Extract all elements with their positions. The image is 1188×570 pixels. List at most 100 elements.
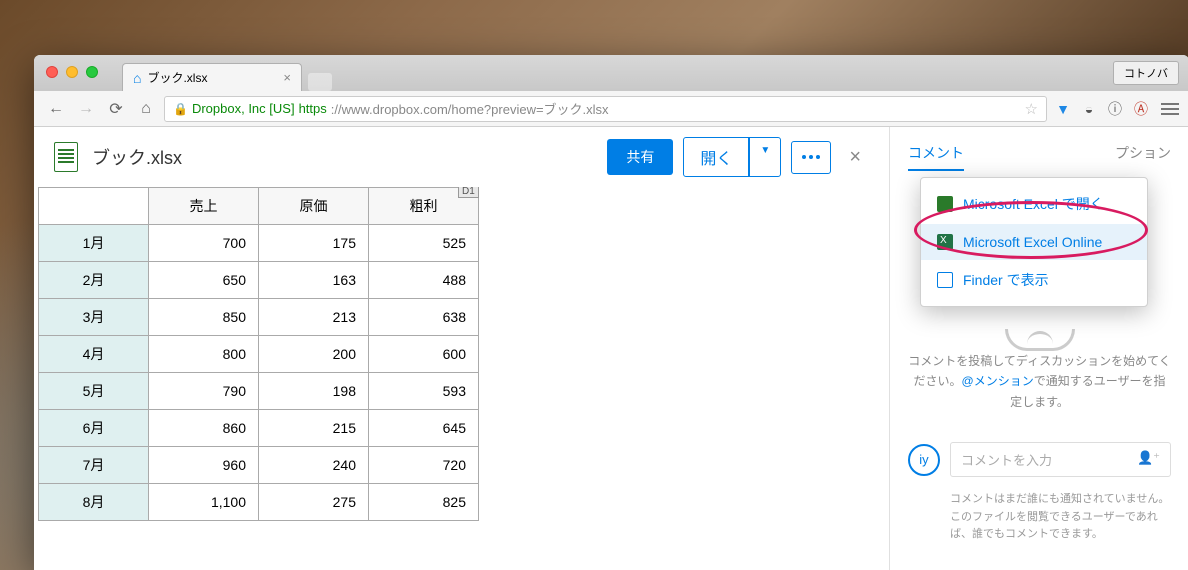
maximize-window-button[interactable] [86,66,98,78]
cell-reference-label: D1 [458,187,479,198]
data-cell: 825 [369,484,479,521]
comment-input[interactable]: コメントを入力 👤⁺ [950,442,1171,477]
data-table: 売上 原価 粗利 1月7001755252月6501634883月8502136… [38,187,479,521]
new-tab-button[interactable] [308,73,332,91]
table-row: 6月860215645 [39,410,479,447]
spreadsheet-preview: D1 売上 原価 粗利 1月7001755252月6501634883月8502… [38,187,889,521]
data-cell: 175 [259,225,369,262]
add-mention-icon[interactable]: 👤⁺ [1137,450,1160,469]
data-cell: 700 [149,225,259,262]
excel-online-icon [937,234,953,250]
open-button[interactable]: 開く [683,137,749,177]
finder-icon [937,272,953,288]
share-button[interactable]: 共有 [607,139,673,175]
extension-pocket-icon[interactable]: ◒ [1079,101,1099,117]
browser-toolbar: ← → ⟳ ⌂ 🔒 Dropbox, Inc [US] https://www.… [34,91,1188,127]
menu-item-label: Microsoft Excel で開く [963,194,1104,214]
data-cell: 850 [149,299,259,336]
data-cell: 800 [149,336,259,373]
data-cell: 240 [259,447,369,484]
open-with-menu: Microsoft Excel で開く Microsoft Excel Onli… [920,177,1148,307]
page-content: ブック.xlsx 共有 開く ▼ × D1 [34,127,1188,570]
url-rest: ://www.dropbox.com/home?preview=ブック.xlsx [331,99,609,118]
row-header: 5月 [39,373,149,410]
row-header: 8月 [39,484,149,521]
table-row: 4月800200600 [39,336,479,373]
minimize-window-button[interactable] [66,66,78,78]
menu-item-label: Microsoft Excel Online [963,234,1102,250]
comment-placeholder: コメントを入力 [961,450,1052,469]
home-button[interactable]: ⌂ [134,100,158,118]
browser-menu-icon[interactable] [1161,103,1179,115]
tab-title: ブック.xlsx [147,69,207,86]
user-avatar: iy [908,444,940,476]
open-split-button: 開く ▼ [683,137,781,177]
data-cell: 720 [369,447,479,484]
preview-area: ブック.xlsx 共有 開く ▼ × D1 [34,127,889,570]
browser-window: ⌂ ブック.xlsx × コトノバ ← → ⟳ ⌂ 🔒 Dropbox, Inc… [34,55,1188,570]
data-cell: 163 [259,262,369,299]
column-header: 売上 [149,188,259,225]
row-header: 1月 [39,225,149,262]
excel-icon [937,196,953,212]
data-cell: 488 [369,262,479,299]
comment-visibility-note: コメントはまだ誰にも通知されていません。このファイルを閲覧できるユーザーであれば… [908,491,1171,544]
mention-link[interactable]: @メンション [962,374,1034,388]
data-cell: 1,100 [149,484,259,521]
forward-button[interactable]: → [74,100,98,118]
url-scheme: https [299,101,327,116]
table-row: 1月700175525 [39,225,479,262]
file-header: ブック.xlsx 共有 開く ▼ × [34,127,889,187]
more-actions-button[interactable] [791,141,831,174]
data-cell: 215 [259,410,369,447]
back-button[interactable]: ← [44,100,68,118]
data-cell: 638 [369,299,479,336]
data-cell: 860 [149,410,259,447]
row-header: 2月 [39,262,149,299]
row-header: 3月 [39,299,149,336]
tab-strip: ⌂ ブック.xlsx × コトノバ [34,55,1188,91]
header-actions: 共有 開く ▼ × [607,137,869,177]
data-cell: 593 [369,373,479,410]
menu-item-excel-desktop[interactable]: Microsoft Excel で開く [921,184,1147,224]
menu-item-finder[interactable]: Finder で表示 [921,260,1147,300]
empty-state-face-icon [1005,329,1075,351]
spreadsheet-file-icon [54,142,78,172]
file-title: ブック.xlsx [92,144,182,170]
tab-options[interactable]: プション [1115,143,1171,171]
table-row: 8月1,100275825 [39,484,479,521]
extension-icon-1[interactable]: ▼ [1053,101,1073,117]
extension-anarchy-icon[interactable]: Ⓐ [1131,99,1151,119]
data-cell: 650 [149,262,259,299]
browser-profile-button[interactable]: コトノバ [1113,61,1179,85]
table-row: 5月790198593 [39,373,479,410]
data-cell: 960 [149,447,259,484]
data-cell: 600 [369,336,479,373]
row-header: 6月 [39,410,149,447]
menu-item-label: Finder で表示 [963,270,1049,290]
menu-item-excel-online[interactable]: Microsoft Excel Online [921,224,1147,260]
close-preview-button[interactable]: × [841,146,869,169]
ev-cert-label: Dropbox, Inc [US] [192,101,295,116]
browser-tab[interactable]: ⌂ ブック.xlsx × [122,63,302,91]
column-header: 原価 [259,188,369,225]
data-cell: 200 [259,336,369,373]
window-controls [46,66,98,78]
row-header: 4月 [39,336,149,373]
address-bar[interactable]: 🔒 Dropbox, Inc [US] https://www.dropbox.… [164,96,1047,122]
data-cell: 645 [369,410,479,447]
data-cell: 198 [259,373,369,410]
tab-close-icon[interactable]: × [283,70,291,85]
side-tabs: コメント プション [908,143,1171,171]
dropbox-favicon-icon: ⌂ [133,70,141,86]
data-cell: 525 [369,225,479,262]
table-row: 2月650163488 [39,262,479,299]
data-cell: 790 [149,373,259,410]
table-row: 3月850213638 [39,299,479,336]
bookmark-star-icon[interactable]: ☆ [1025,100,1038,118]
close-window-button[interactable] [46,66,58,78]
reload-button[interactable]: ⟳ [104,99,128,119]
extension-info-icon[interactable]: ⓘ [1105,99,1125,119]
tab-comments[interactable]: コメント [908,143,964,171]
open-dropdown-caret[interactable]: ▼ [749,137,781,177]
